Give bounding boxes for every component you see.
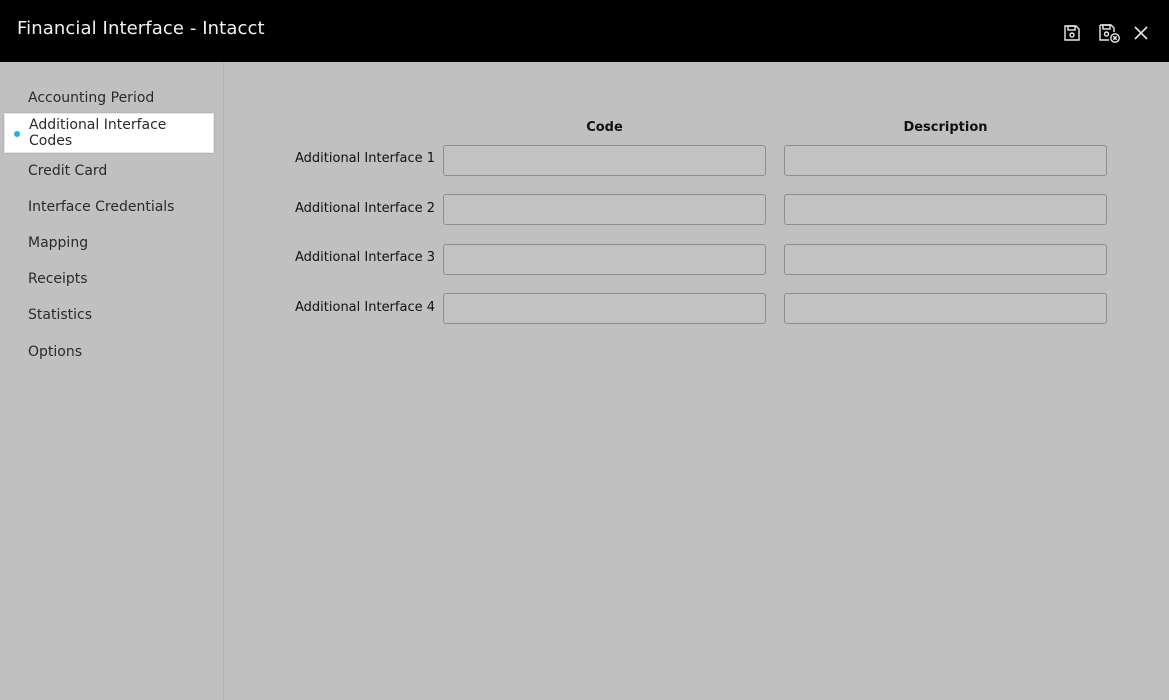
row-label: Additional Interface 4: [295, 300, 435, 315]
column-header-code: Code: [586, 120, 623, 135]
sidebar-item-label: Options: [28, 344, 83, 360]
description-input-2[interactable]: [784, 194, 1107, 225]
description-input-3[interactable]: [784, 244, 1107, 275]
code-input-3[interactable]: [443, 244, 766, 275]
main-content: Code Description Additional Interface 1 …: [224, 62, 1169, 700]
sidebar-item-additional-interface-codes[interactable]: Additional Interface Codes: [4, 113, 214, 153]
window-title: Financial Interface - Intacct: [17, 18, 265, 39]
save-button[interactable]: [1059, 20, 1085, 46]
active-indicator-dot: [14, 131, 20, 137]
sidebar-item-label: Receipts: [28, 271, 88, 287]
code-input-1[interactable]: [443, 145, 766, 176]
sidebar-item-interface-credentials[interactable]: Interface Credentials: [4, 187, 214, 227]
sidebar-item-label: Statistics: [28, 307, 92, 323]
sidebar-item-label: Additional Interface Codes: [29, 117, 167, 149]
title-bar: Financial Interface - Intacct: [0, 0, 1169, 62]
code-input-4[interactable]: [443, 293, 766, 324]
sidebar-nav: Accounting Period Additional Interface C…: [0, 62, 224, 700]
save-and-close-button[interactable]: [1096, 20, 1122, 46]
floppy-disk-close-icon: [1099, 24, 1120, 43]
close-button[interactable]: [1128, 20, 1154, 46]
sidebar-item-credit-card[interactable]: Credit Card: [4, 151, 214, 191]
sidebar-item-label: Credit Card: [28, 163, 108, 179]
code-input-2[interactable]: [443, 194, 766, 225]
sidebar-item-label: Accounting Period: [28, 90, 155, 106]
sidebar-item-options[interactable]: Options: [4, 332, 214, 372]
sidebar-item-receipts[interactable]: Receipts: [4, 259, 214, 299]
description-input-4[interactable]: [784, 293, 1107, 324]
close-icon: [1134, 26, 1148, 40]
sidebar-item-label: Mapping: [28, 235, 89, 251]
sidebar-item-mapping[interactable]: Mapping: [4, 223, 214, 263]
row-label: Additional Interface 2: [295, 201, 435, 216]
row-label: Additional Interface 1: [295, 151, 435, 166]
financial-interface-window: Financial Interface - Intacct Accounting…: [0, 0, 1169, 700]
floppy-disk-icon: [1064, 25, 1080, 41]
sidebar-item-label: Interface Credentials: [28, 199, 175, 215]
description-input-1[interactable]: [784, 145, 1107, 176]
sidebar-item-statistics[interactable]: Statistics: [4, 295, 214, 335]
row-label: Additional Interface 3: [295, 250, 435, 265]
column-header-description: Description: [903, 120, 988, 135]
sidebar-item-accounting-period[interactable]: Accounting Period: [4, 78, 214, 118]
